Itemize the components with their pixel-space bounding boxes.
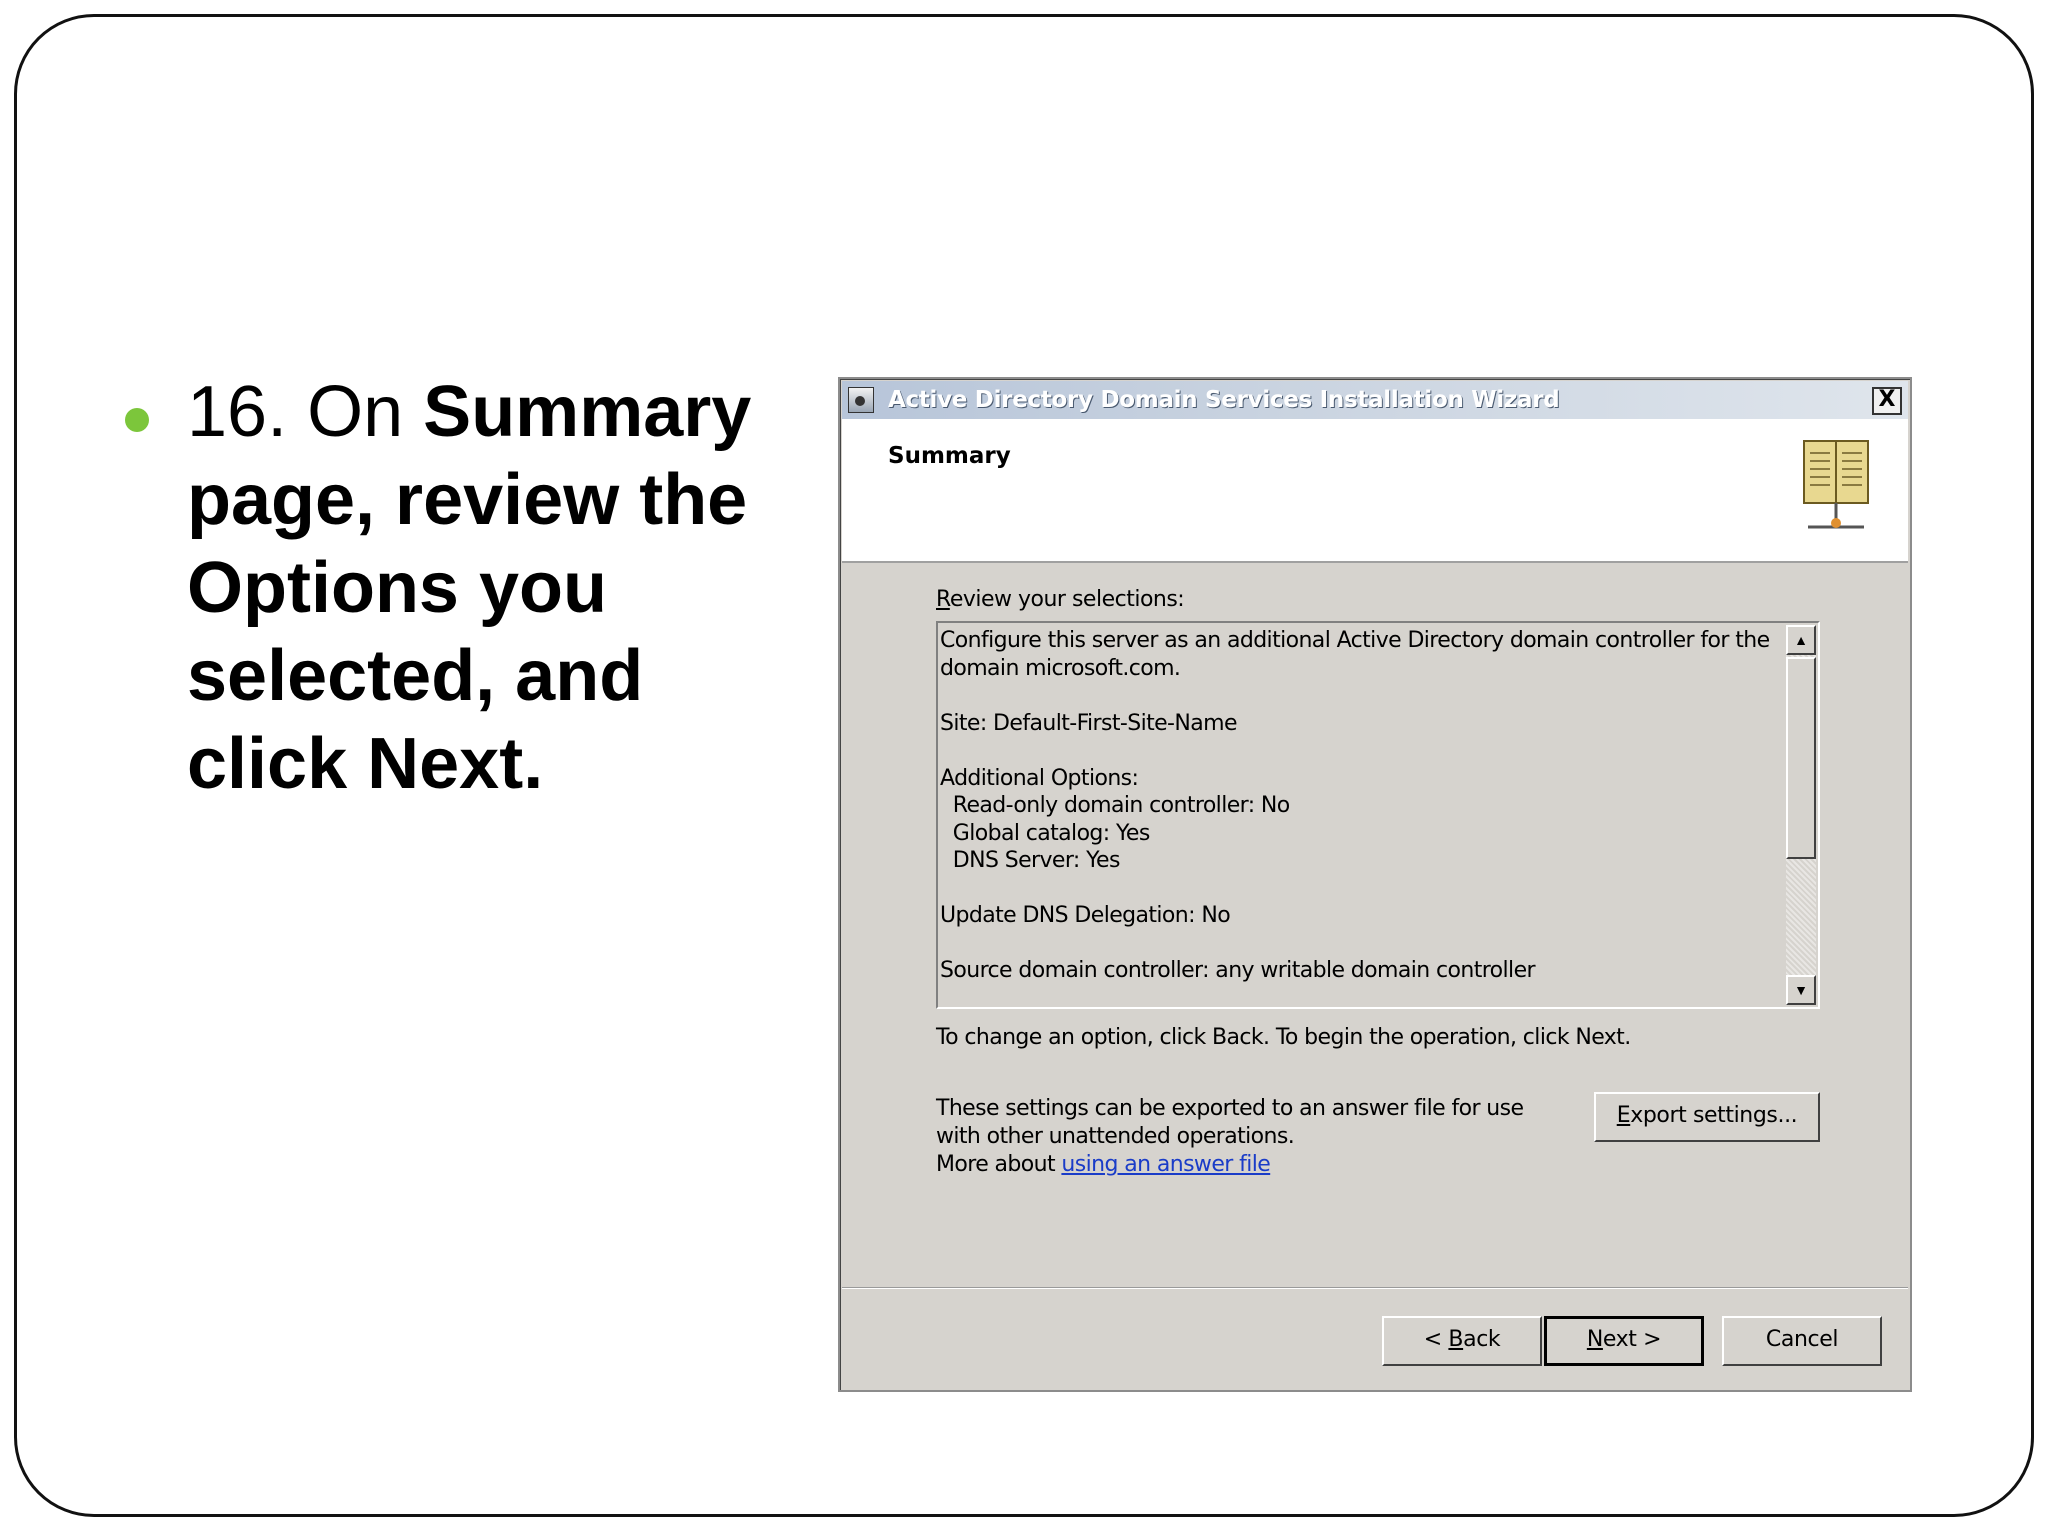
change-hint: To change an option, click Back. To begi… xyxy=(936,1025,1631,1050)
bullet-number: 16. xyxy=(187,372,288,452)
directory-book-icon xyxy=(1803,440,1869,529)
footer-divider xyxy=(842,1287,1908,1289)
summary-textbox[interactable]: Configure this server as an additional A… xyxy=(936,621,1820,1009)
next-button[interactable]: Next > xyxy=(1544,1316,1704,1366)
title-bar[interactable]: Active Directory Domain Services Install… xyxy=(842,381,1908,419)
scroll-thumb[interactable] xyxy=(1786,657,1816,859)
bullet-text: 16. On Summary page, review the Options … xyxy=(187,368,785,808)
bullet-dot-icon xyxy=(125,408,149,432)
export-settings-button[interactable]: Export settings... xyxy=(1594,1092,1820,1142)
wizard-app-icon xyxy=(848,387,874,413)
more-about-label: More about xyxy=(936,1152,1062,1177)
export-text: These settings can be exported to an ans… xyxy=(936,1096,1524,1149)
export-description: These settings can be exported to an ans… xyxy=(936,1095,1546,1179)
review-label: Review your selections: xyxy=(936,587,1185,612)
bullet-prefix: On xyxy=(307,372,404,452)
scroll-down-icon[interactable]: ▼ xyxy=(1786,975,1816,1005)
vertical-scrollbar[interactable]: ▲ ▼ xyxy=(1786,625,1816,1005)
answer-file-link[interactable]: using an answer file xyxy=(1061,1152,1270,1177)
scroll-up-icon[interactable]: ▲ xyxy=(1786,625,1816,655)
summary-text: Configure this server as an additional A… xyxy=(940,628,1770,983)
cancel-button[interactable]: Cancel xyxy=(1722,1316,1882,1366)
bullet-point: 16. On Summary page, review the Options … xyxy=(125,368,785,808)
close-button[interactable]: X xyxy=(1872,387,1902,415)
wizard-dialog: Active Directory Domain Services Install… xyxy=(838,377,1912,1392)
back-button[interactable]: < Back xyxy=(1382,1316,1542,1366)
window-title: Active Directory Domain Services Install… xyxy=(888,387,1560,413)
header-band: Summary xyxy=(842,419,1908,563)
page-heading: Summary xyxy=(888,443,1011,469)
